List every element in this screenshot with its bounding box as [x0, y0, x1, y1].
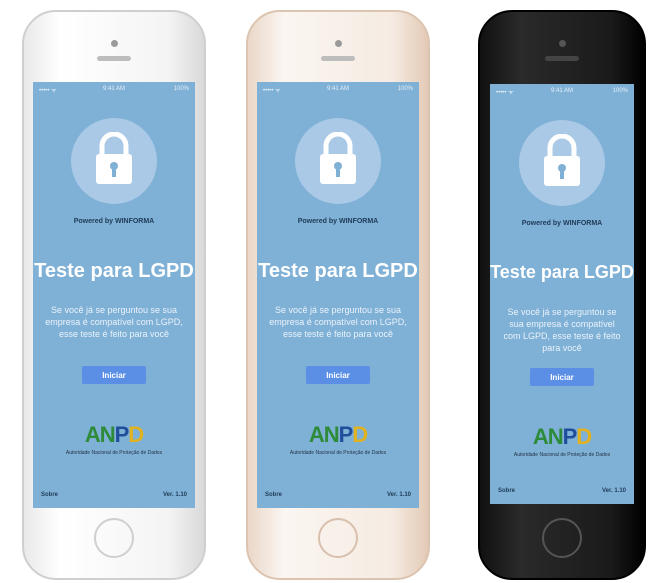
about-link[interactable]: Sobre — [498, 488, 515, 494]
logo-caption: Autoridade Nacional de Proteção de Dados — [289, 450, 387, 456]
about-link[interactable]: Sobre — [41, 492, 58, 498]
about-link[interactable]: Sobre — [265, 492, 282, 498]
status-battery: 100% — [397, 86, 413, 92]
logo-part-d: D — [128, 422, 144, 447]
start-button[interactable]: Iniciar — [530, 368, 594, 386]
anpd-logo: ANPD Autoridade Nacional de Proteção de … — [33, 422, 195, 457]
logo-part-an: AN — [308, 422, 340, 447]
lock-badge — [71, 118, 157, 204]
footer: Sobre Ver. 1.10 — [257, 492, 419, 502]
logo-part-p: P — [338, 422, 354, 447]
logo-part-an: AN — [84, 422, 116, 447]
status-bar: ••••• ᯤ 9:41 AM 100% — [257, 86, 419, 98]
earpiece-speaker — [321, 56, 355, 61]
app-screen: ••••• ᯤ 9:41 AM 100% Powered by WINFORMA… — [33, 82, 195, 508]
description: Se você já se perguntou se sua empresa é… — [269, 305, 407, 339]
start-button[interactable]: Iniciar — [82, 366, 146, 384]
start-button[interactable]: Iniciar — [306, 366, 370, 384]
app-screen: ••••• ᯤ 9:41 AM 100% Powered by WINFORMA… — [257, 82, 419, 508]
earpiece-speaker — [97, 56, 131, 61]
status-bar: ••••• ᯤ 9:41 AM 100% — [490, 88, 634, 100]
powered-by: Powered by WINFORMA — [297, 218, 379, 225]
lock-icon — [544, 134, 580, 186]
logo-caption: Autoridade Nacional de Proteção de Dados — [65, 450, 163, 456]
description: Se você já se perguntou se sua empresa é… — [45, 305, 183, 339]
earpiece-speaker — [545, 56, 579, 61]
status-battery: 100% — [173, 86, 189, 92]
lock-badge — [295, 118, 381, 204]
logo-part-d: D — [352, 422, 368, 447]
home-button[interactable] — [542, 518, 582, 558]
footer: Sobre Ver. 1.10 — [33, 492, 195, 502]
logo-part-an: AN — [532, 424, 564, 449]
app-screen: ••••• ᯤ 9:41 AM 100% Powered by WINFORMA… — [490, 84, 634, 504]
version-label: Ver. 1.10 — [601, 488, 626, 494]
anpd-logo: ANPD Autoridade Nacional de Proteção de … — [257, 422, 419, 457]
status-time: 9:41 AM — [102, 86, 125, 92]
phone-silver: ••••• ᯤ 9:41 AM 100% Powered by WINFORMA… — [22, 10, 206, 580]
logo-part-p: P — [114, 422, 130, 447]
home-button[interactable] — [318, 518, 358, 558]
page-title: Teste para LGPD — [258, 260, 418, 282]
page-title: Teste para LGPD — [34, 260, 194, 282]
version-label: Ver. 1.10 — [386, 492, 411, 498]
status-battery: 100% — [612, 88, 628, 94]
lock-icon — [96, 132, 132, 184]
page-title: Teste para LGPD — [490, 262, 634, 282]
logo-part-p: P — [562, 424, 578, 449]
lock-badge — [519, 120, 605, 206]
footer: Sobre Ver. 1.10 — [490, 488, 634, 498]
status-time: 9:41 AM — [326, 86, 349, 92]
logo-part-d: D — [576, 424, 592, 449]
anpd-logo: ANPD Autoridade Nacional de Proteção de … — [490, 424, 634, 459]
status-bar: ••••• ᯤ 9:41 AM 100% — [33, 86, 195, 98]
description: Se você já se perguntou se sua empresa é… — [503, 307, 621, 353]
version-label: Ver. 1.10 — [162, 492, 187, 498]
phone-black: ••••• ᯤ 9:41 AM 100% Powered by WINFORMA… — [478, 10, 646, 580]
phone-gold: ••••• ᯤ 9:41 AM 100% Powered by WINFORMA… — [246, 10, 430, 580]
lock-icon — [320, 132, 356, 184]
front-camera — [111, 40, 118, 47]
front-camera — [559, 40, 566, 47]
powered-by: Powered by WINFORMA — [521, 220, 603, 227]
home-button[interactable] — [94, 518, 134, 558]
front-camera — [335, 40, 342, 47]
powered-by: Powered by WINFORMA — [73, 218, 155, 225]
logo-caption: Autoridade Nacional de Proteção de Dados — [513, 452, 611, 458]
